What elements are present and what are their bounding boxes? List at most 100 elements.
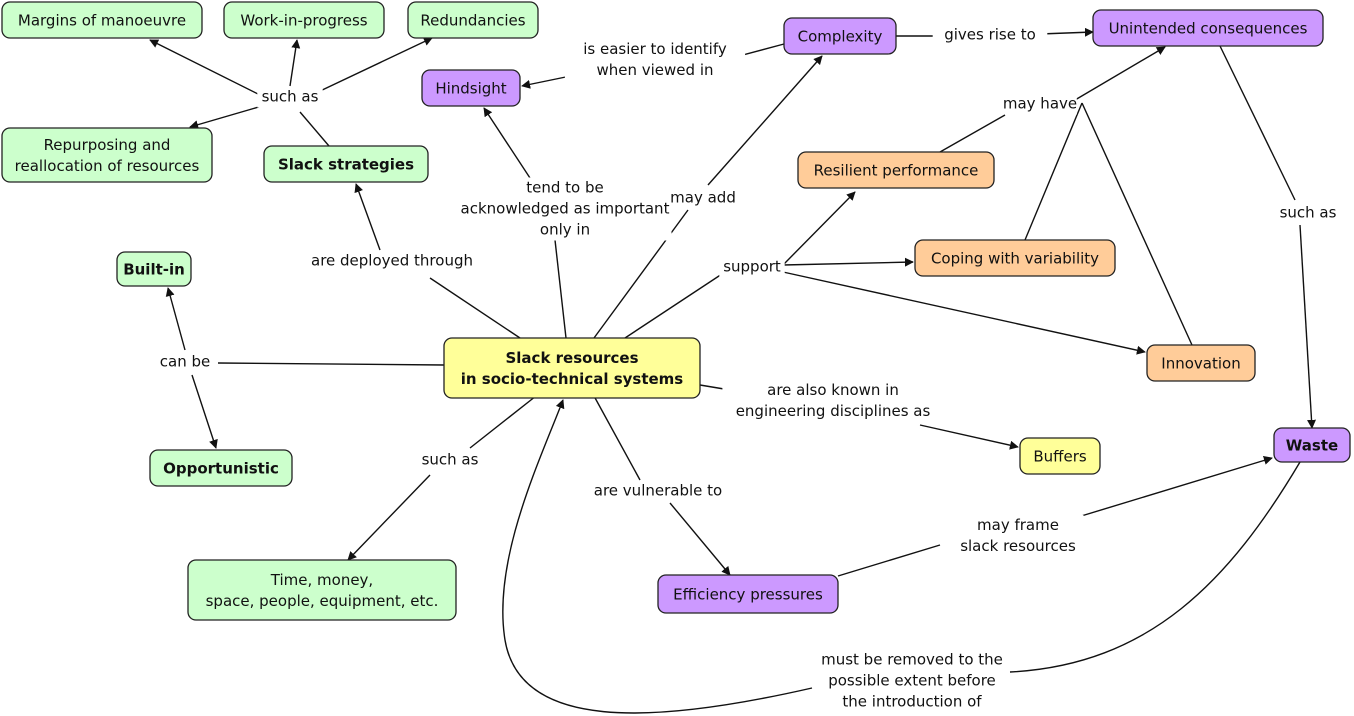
text-line: Buffers — [1033, 448, 1087, 466]
arrow-connector — [1039, 27, 1094, 37]
text-line: Redundancies — [420, 12, 525, 30]
line-connector — [554, 239, 567, 339]
link-label-easier-identify: is easier to identify when viewed in — [564, 39, 746, 81]
arrow-connector — [782, 191, 856, 266]
concept-innovation[interactable]: Innovation — [1146, 344, 1256, 382]
text-line: possible extent before — [828, 672, 996, 690]
arrow-connector — [1077, 456, 1273, 518]
concept-hindsight[interactable]: Hindsight — [421, 69, 521, 107]
line-connector — [593, 395, 641, 481]
link-label-tend-to-be: tend to be acknowledged as important only … — [458, 177, 672, 241]
nodes: Margins of manoeuvre Work-in-progress Redu… — [1, 1, 1351, 621]
concept-time[interactable]: Time, money, space, people, equipment, et… — [187, 559, 457, 621]
arrow-connector — [354, 183, 381, 251]
arrow-connector — [165, 287, 186, 351]
concept-resilient[interactable]: Resilient performance — [797, 151, 995, 189]
line-connector — [299, 111, 330, 147]
text-line: can be — [160, 353, 210, 371]
text-line: Innovation — [1161, 355, 1240, 373]
text-line: Efficiency pressures — [673, 586, 823, 604]
arrow-connector — [782, 271, 1146, 355]
concept-slack-strategies[interactable]: Slack strategies — [263, 145, 429, 183]
concept-margins[interactable]: Margins of manoeuvre — [1, 1, 203, 39]
concept-buffers[interactable]: Buffers — [1019, 437, 1101, 475]
link-label-gives-rise: gives rise to — [932, 24, 1048, 46]
concept-central[interactable]: Slack resources in socio-technical system… — [443, 337, 701, 399]
line-connector — [1219, 45, 1296, 201]
link-label-deployed-through: are deployed through — [306, 250, 478, 272]
arrow-connector — [191, 374, 218, 449]
link-label-may-frame: may frame slack resources — [952, 515, 1084, 557]
link-label-must-be-removed: must be removed to the possible extent be… — [817, 649, 1007, 713]
link-label-can-be: can be — [156, 351, 214, 373]
text-line: Complexity — [798, 28, 883, 46]
text-line: Time, money, — [270, 571, 373, 589]
text-line: the introduction of — [842, 693, 982, 711]
text-line: Unintended consequences — [1109, 20, 1308, 38]
concept-waste[interactable]: Waste — [1273, 427, 1351, 463]
arrow-connector — [317, 37, 433, 93]
concept-repurposing[interactable]: Repurposing and reallocation of resources — [1, 127, 213, 183]
arrow-connector — [483, 107, 531, 179]
text-line: may frame — [977, 516, 1059, 534]
arrow-connector — [189, 105, 263, 130]
link-label-such-as-unintended: such as — [1275, 202, 1341, 224]
text-line: Resilient performance — [814, 162, 979, 180]
concept-coping[interactable]: Coping with variability — [914, 239, 1116, 277]
text-line: such as — [422, 451, 479, 469]
line-connector — [469, 395, 537, 449]
concept-wip[interactable]: Work-in-progress — [223, 1, 385, 39]
line-connector — [1024, 102, 1083, 241]
text-line: Slack resources — [505, 349, 638, 367]
arrow-connector — [1074, 46, 1166, 101]
text-line: Repurposing and — [44, 136, 171, 154]
text-line: acknowledged as important — [461, 200, 670, 218]
text-line: may add — [670, 189, 736, 207]
line-connector — [624, 271, 726, 339]
link-label-may-have: may have — [1003, 93, 1077, 115]
concept-builtin[interactable]: Built-in — [116, 251, 192, 287]
text-line: support — [723, 258, 781, 276]
text-line: are deployed through — [311, 252, 473, 270]
text-line: Built-in — [123, 261, 185, 279]
text-line: Hindsight — [435, 80, 506, 98]
text-line: slack resources — [960, 537, 1076, 555]
concept-map: such as is easier to identify when viewed … — [1, 1, 1351, 714]
link-label-also-known: are also known in engineering disciplines… — [722, 380, 944, 422]
link-label-may-add: may add — [670, 187, 736, 209]
line-connector — [939, 114, 1006, 153]
arrow-connector — [782, 257, 914, 267]
arrow-connector — [669, 502, 731, 576]
concept-opportunistic[interactable]: Opportunistic — [149, 449, 293, 487]
line-connector — [429, 277, 521, 339]
text-line: in socio-technical systems — [461, 370, 684, 388]
link-label-vulnerable: are vulnerable to — [584, 480, 732, 502]
text-line: Margins of manoeuvre — [18, 12, 186, 30]
concept-complexity[interactable]: Complexity — [783, 17, 897, 55]
text-line: may have — [1003, 95, 1077, 113]
arrow-connector — [347, 474, 431, 561]
concept-redundancies[interactable]: Redundancies — [407, 1, 539, 39]
text-line: when viewed in — [596, 61, 713, 79]
arrow-connector — [289, 39, 301, 87]
link-label-such-as-time: such as — [417, 449, 483, 471]
text-line: such as — [1280, 204, 1337, 222]
line-connector — [217, 362, 445, 366]
text-line: reallocation of resources — [15, 157, 200, 175]
text-line: Work-in-progress — [240, 12, 367, 30]
text-line: Slack strategies — [278, 156, 414, 174]
concept-efficiency[interactable]: Efficiency pressures — [657, 574, 839, 614]
text-line: space, people, equipment, etc. — [206, 592, 439, 610]
line-connector — [1081, 102, 1193, 346]
line-connector — [837, 544, 941, 577]
arrow-connector — [1299, 224, 1317, 429]
text-line: tend to be — [526, 179, 603, 197]
text-line: engineering disciplines as — [736, 402, 931, 420]
link-label-support: support — [719, 256, 785, 278]
arrow-connector — [149, 39, 271, 101]
text-line: gives rise to — [944, 26, 1036, 44]
text-line: are also known in — [767, 381, 899, 399]
arrow-connector — [919, 424, 1019, 450]
link-label-such-as-strategies: such as — [257, 86, 323, 108]
concept-unintended[interactable]: Unintended consequences — [1092, 9, 1324, 47]
